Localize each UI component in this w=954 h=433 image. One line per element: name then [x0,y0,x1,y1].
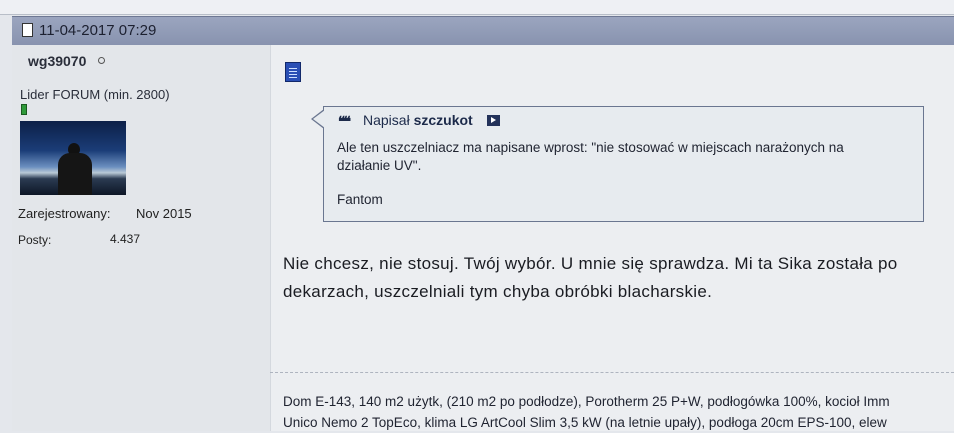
quote-header-prefix: Napisał [363,112,410,128]
registered-label: Zarejestrowany: [18,206,111,221]
quote-signature: Fantom [337,192,383,207]
posts-label: Posty: [18,233,52,247]
signature-line: Unico Nemo 2 TopEco, klima LG ArtCool Sl… [283,415,887,430]
quote-icon: ❝❝ [338,113,351,129]
quote-text: Ale ten uszczelniacz ma napisane wprost:… [337,140,844,173]
post-date: 11-04-2017 07:29 [39,22,157,39]
document-icon [22,23,33,37]
post-header-bar: 11-04-2017 07:29 [12,16,954,46]
avatar[interactable] [20,121,126,195]
quote-header: Napisał szczukot [363,112,473,128]
view-post-icon[interactable] [487,115,500,126]
signature-line: Dom E-143, 140 m2 użytk, (210 m2 po podł… [283,394,890,409]
username-link[interactable]: wg39070 [28,53,86,69]
reputation-bar-icon [21,104,27,115]
post-icon [285,62,301,82]
posts-count: 4.437 [110,232,141,246]
message-body: Nie chcesz, nie stosuj. Twój wybór. U mn… [283,254,898,301]
quote-pointer-fill [313,110,325,128]
page-top-edge [0,0,954,15]
user-rank: Lider FORUM (min. 2800) [20,87,170,102]
user-signature: Dom E-143, 140 m2 użytk, (210 m2 po podł… [283,391,953,433]
offline-status-icon [98,57,105,64]
registered-value: Nov 2015 [136,206,192,221]
signature-divider [270,372,954,374]
avatar-silhouette-body [58,153,92,195]
quote-author[interactable]: szczukot [414,112,473,128]
